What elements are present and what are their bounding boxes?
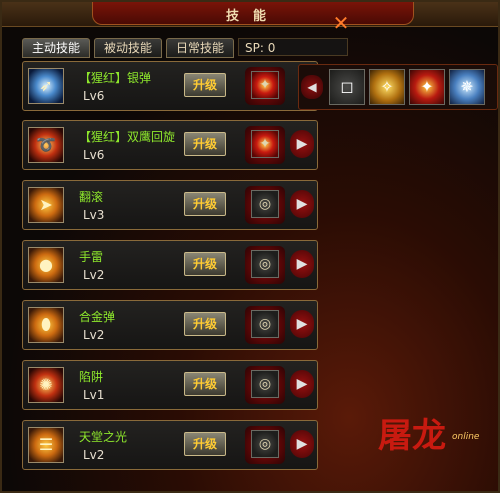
upgrade-button[interactable]: 升级 [184,73,226,97]
grenade-icon[interactable]: ● [28,247,64,283]
roll-icon[interactable]: ➤ [28,187,64,223]
tab-active-skills[interactable]: 主动技能 [22,38,90,58]
silver-bullet-icon[interactable]: ➶ [28,68,64,104]
empty-slot-icon: ◎ [251,190,279,218]
logo-title: 屠龙 [378,416,446,456]
skill-name: 陷阱 [79,370,104,384]
chevron-right-icon[interactable]: ▶ [290,430,314,458]
skill-level: Lv6 [83,148,105,162]
upgrade-button[interactable]: 升级 [184,372,226,396]
alloy-bullet-icon[interactable]: ⬮ [28,307,64,343]
skill-row: ⬮ 合金弹 Lv2 升级 ◎ ▶ [22,300,318,350]
skill-row: ➰ 【猩红】双鹰回旋 Lv6 升级 ✦ ▶ [22,120,318,170]
close-icon[interactable]: ✕ [332,13,350,33]
crimson-star-icon: ✦ [251,71,279,99]
chevron-right-icon[interactable]: ▶ [290,370,314,398]
upgrade-button[interactable]: 升级 [184,252,226,276]
skill-row: ● 手雷 Lv2 升级 ◎ ▶ [22,240,318,290]
skill-level: Lv6 [83,89,105,103]
skill-slot[interactable]: ◎ [245,426,285,464]
tab-passive-skills[interactable]: 被动技能 [94,38,162,58]
blue-compass-icon[interactable]: ✵ [449,69,485,105]
chevron-right-icon[interactable]: ▶ [290,310,314,338]
empty-slot-icon: ◎ [251,370,279,398]
upgrade-button[interactable]: 升级 [184,312,226,336]
upgrade-button[interactable]: 升级 [184,132,226,156]
chevron-right-icon[interactable]: ▶ [290,250,314,278]
game-logo: 屠龙 online [372,402,492,472]
upgrade-button[interactable]: 升级 [184,192,226,216]
skill-variant-panel: ◀ ◻ ✧ ✦ ✵ [298,64,498,110]
skill-name: 合金弹 [79,310,116,324]
sp-counter: SP: 0 [238,38,348,56]
skill-level: Lv2 [83,448,105,462]
title-plate: 技能 [92,2,414,25]
skill-name: 【猩红】银弹 [79,71,152,85]
skill-row: ✺ 陷阱 Lv1 升级 ◎ ▶ [22,360,318,410]
skill-row: ➤ 翻滚 Lv3 升级 ◎ ▶ [22,180,318,230]
skills-window: 技能 ✕ 主动技能 被动技能 日常技能 SP: 0 ➶ 【猩红】银弹 Lv6 升… [0,0,500,493]
tab-daily-skills[interactable]: 日常技能 [166,38,234,58]
skill-slot[interactable]: ✦ [245,67,285,105]
gold-rune-icon[interactable]: ✧ [369,69,405,105]
crimson-star-icon: ✦ [251,130,279,158]
chevron-right-icon[interactable]: ▶ [290,190,314,218]
empty-slot-icon: ◎ [251,430,279,458]
skill-slot[interactable]: ✦ [245,126,285,164]
skill-slot[interactable]: ◎ [245,366,285,404]
chevron-right-icon[interactable]: ▶ [290,130,314,158]
chevron-left-icon[interactable]: ◀ [301,75,323,99]
skill-level: Lv3 [83,208,105,222]
skill-row: ➶ 【猩红】银弹 Lv6 升级 ✦ [22,61,318,111]
skill-name: 天堂之光 [79,430,128,444]
skill-slot[interactable]: ◎ [245,246,285,284]
crimson-star-icon[interactable]: ✦ [409,69,445,105]
double-eagle-icon[interactable]: ➰ [28,127,64,163]
empty-slot-icon: ◎ [251,250,279,278]
skill-name: 手雷 [79,250,104,264]
upgrade-button[interactable]: 升级 [184,432,226,456]
empty-slot-icon: ◎ [251,310,279,338]
empty-slot-icon[interactable]: ◻ [329,69,365,105]
trap-icon[interactable]: ✺ [28,367,64,403]
skill-level: Lv1 [83,388,105,402]
logo-subtitle: online [452,432,480,442]
skill-slot[interactable]: ◎ [245,306,285,344]
title-bar: 技能 [2,2,498,27]
skill-name: 【猩红】双鹰回旋 [79,130,176,144]
skill-row: ☰ 天堂之光 Lv2 升级 ◎ ▶ [22,420,318,470]
window-title: 技能 [225,9,280,24]
skill-level: Lv2 [83,328,105,342]
heaven-light-icon[interactable]: ☰ [28,427,64,463]
skill-slot[interactable]: ◎ [245,186,285,224]
skill-level: Lv2 [83,268,105,282]
skill-name: 翻滚 [79,190,104,204]
